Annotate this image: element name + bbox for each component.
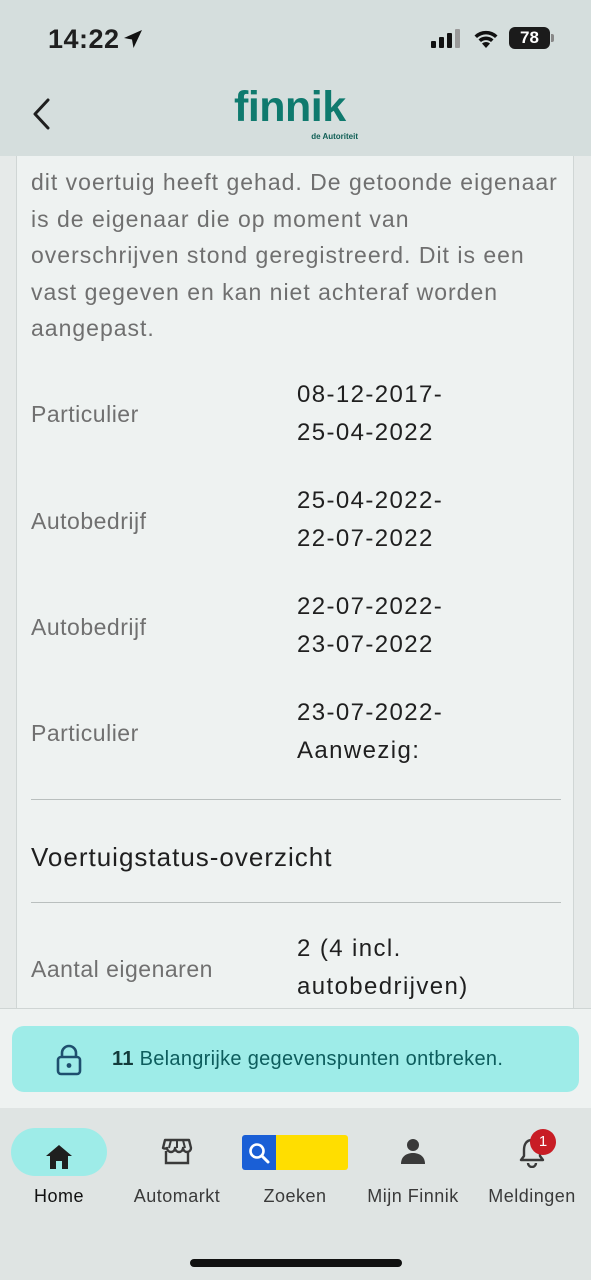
tab-meldingen-label: Meldingen	[488, 1186, 576, 1206]
battery-icon: 78	[509, 27, 550, 49]
battery-tip	[551, 34, 554, 42]
owner-history-card: dit voertuig heeft gehad. De getoonde ei…	[16, 156, 574, 1008]
banner-area: 11 Belangrijke gegevenspunten ontbreken.	[0, 1008, 591, 1108]
owner-row-period: 22-07-2022- 23-07-2022	[297, 588, 443, 664]
owners-count-label: Aantal eigenaren	[31, 956, 213, 982]
owners-count-line1: 2 (4 incl.	[297, 935, 402, 962]
owners-count-line2: autobedrijven)	[297, 973, 469, 1000]
home-indicator[interactable]	[190, 1259, 402, 1267]
tab-zoeken-label: Zoeken	[263, 1186, 327, 1206]
divider	[31, 799, 561, 800]
owner-row-type: Particulier	[31, 401, 139, 427]
divider	[31, 902, 561, 903]
period-end: 23-07-2022	[297, 631, 434, 658]
logo-wordmark: finnik	[234, 83, 346, 131]
owner-row-type: Particulier	[31, 720, 139, 746]
status-overview-title: Voertuigstatus-overzicht	[31, 842, 333, 872]
banner-message: 11 Belangrijke gegevenspunten ontbreken.	[112, 1048, 503, 1071]
tab-automarkt-label: Automarkt	[133, 1186, 221, 1206]
owner-row-type: Autobedrijf	[31, 614, 147, 640]
missing-data-banner[interactable]: 11 Belangrijke gegevenspunten ontbreken.	[12, 1026, 579, 1092]
tab-zoeken[interactable]: Zoeken	[236, 1128, 354, 1228]
tab-home[interactable]: Home	[0, 1128, 118, 1228]
tab-automarkt[interactable]: Automarkt	[118, 1128, 236, 1228]
back-button[interactable]	[22, 94, 62, 134]
owners-count-value: 2 (4 incl. autobedrijven)	[297, 930, 469, 1006]
owner-history-description: dit voertuig heeft gehad. De getoonde ei…	[31, 169, 558, 341]
banner-text: Belangrijke gegevenspunten ontbreken.	[139, 1048, 504, 1070]
owner-row-period: 08-12-2017- 25-04-2022	[297, 376, 443, 452]
status-time: 14:22	[48, 24, 120, 54]
status-bar: 14:22 78	[0, 0, 591, 76]
finnik-logo: finnik de Autoriteit	[234, 82, 358, 144]
tab-mijn-finnik[interactable]: Mijn Finnik	[354, 1128, 472, 1228]
location-arrow-icon	[124, 30, 142, 48]
period-end: 25-04-2022	[297, 419, 434, 446]
person-icon	[354, 1136, 472, 1168]
home-icon	[0, 1136, 118, 1169]
bottom-tab-bar: Home Automarkt Zoeken Mijn Finnik Meldin…	[0, 1108, 591, 1280]
tab-home-label: Home	[33, 1186, 84, 1206]
signal-icon	[431, 29, 460, 48]
content-scroll[interactable]: dit voertuig heeft gehad. De getoonde ei…	[0, 156, 591, 1008]
wifi-icon	[474, 30, 498, 48]
tab-mijn-finnik-label: Mijn Finnik	[367, 1186, 459, 1206]
period-start: 08-12-2017-	[297, 381, 444, 408]
period-start: 22-07-2022-	[297, 593, 444, 620]
lock-icon	[56, 1044, 82, 1076]
period-start: 23-07-2022-	[297, 699, 444, 726]
store-icon	[118, 1136, 236, 1168]
period-start: 25-04-2022-	[297, 487, 444, 514]
app-header: finnik de Autoriteit	[0, 76, 591, 156]
owner-row-type: Autobedrijf	[31, 508, 147, 534]
owner-row-period: 23-07-2022- Aanwezig:	[297, 694, 443, 770]
owner-row-period: 25-04-2022- 22-07-2022	[297, 482, 443, 558]
logo-tagline: de Autoriteit	[311, 132, 358, 141]
missing-count: 11	[112, 1048, 134, 1070]
period-end: 22-07-2022	[297, 525, 434, 552]
notification-badge: 1	[530, 1129, 556, 1155]
period-end: Aanwezig:	[297, 737, 421, 764]
chevron-left-icon	[33, 98, 50, 130]
